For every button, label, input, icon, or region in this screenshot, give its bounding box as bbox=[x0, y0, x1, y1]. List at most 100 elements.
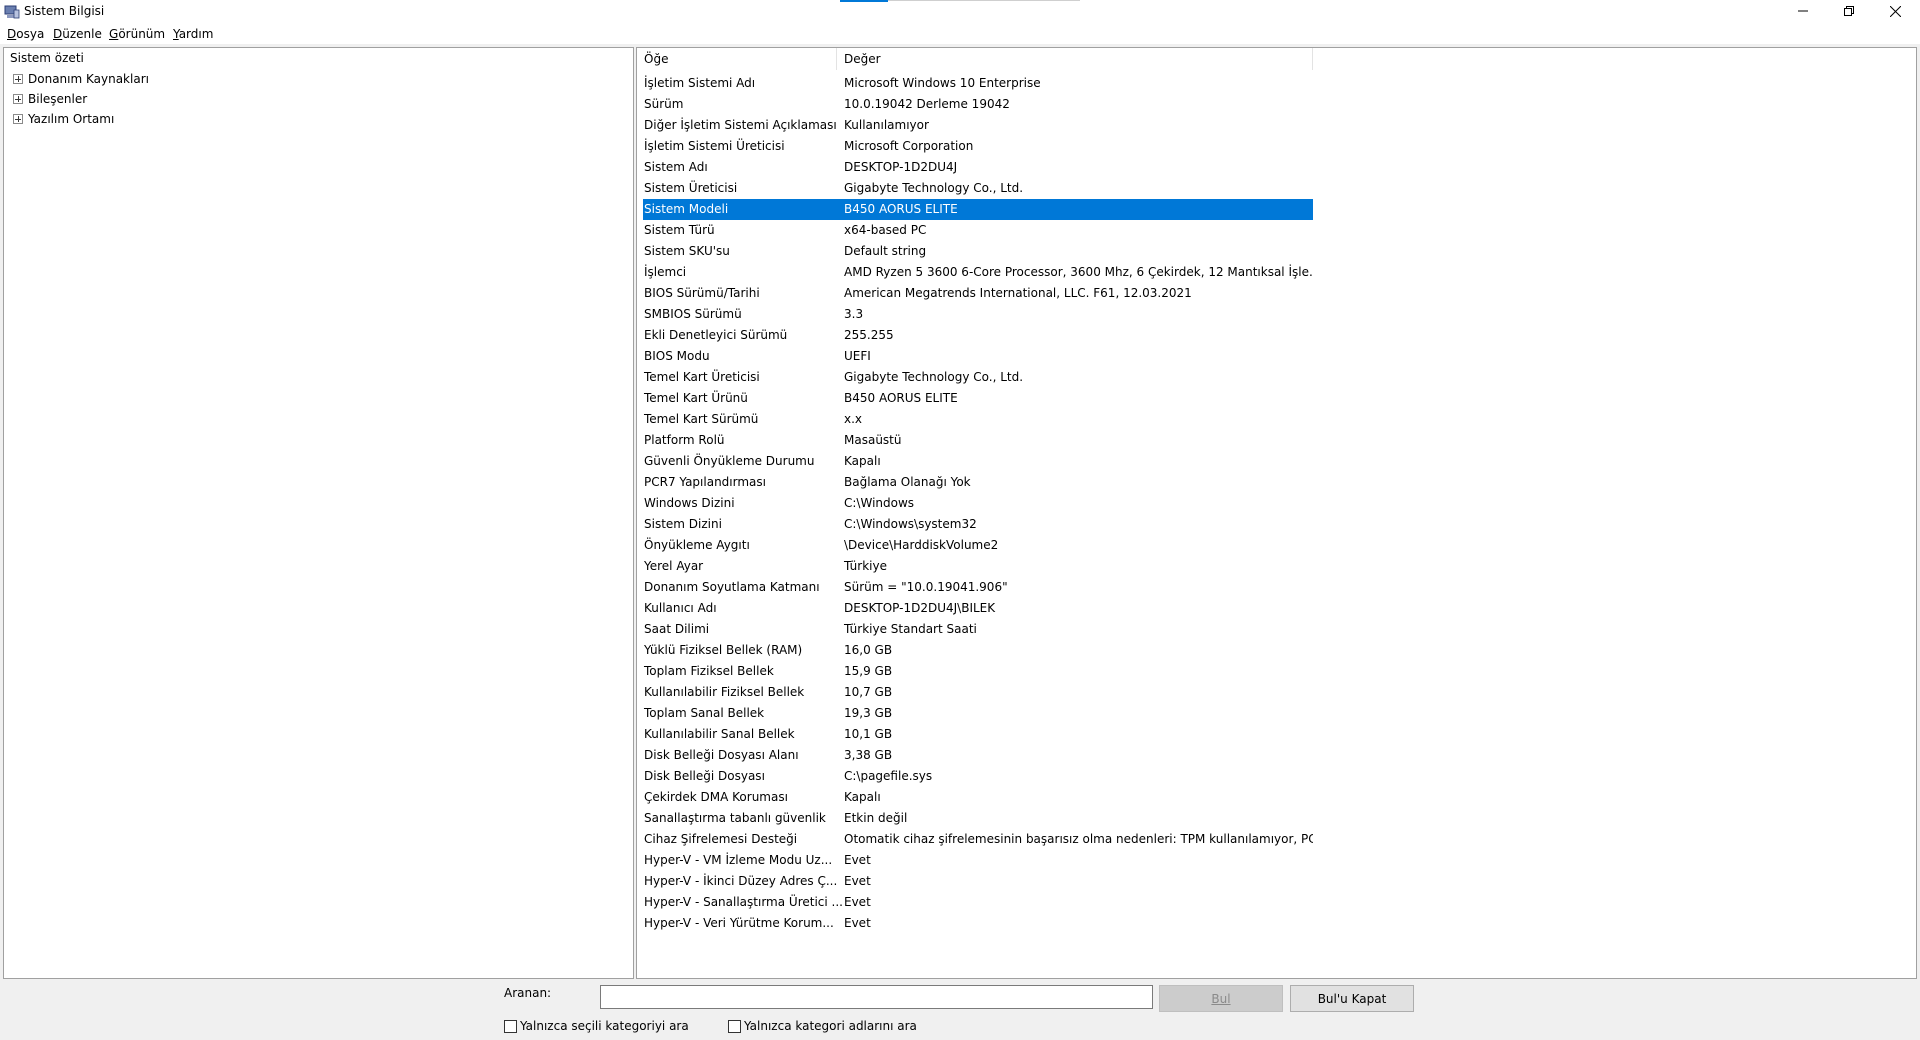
menu-help[interactable]: Yardım bbox=[173, 27, 213, 41]
table-row[interactable]: Hyper-V - Veri Yürütme Korum... Evet bbox=[643, 913, 1313, 934]
item-cell: Toplam Sanal Bellek bbox=[644, 706, 765, 720]
table-row[interactable]: Kullanıcı Adı DESKTOP-1D2DU4J\BILEK bbox=[643, 598, 1313, 619]
search-selected-category-checkbox[interactable]: Yalnızca seçili kategoriyi ara bbox=[504, 1019, 689, 1033]
value-cell: Bağlama Olanağı Yok bbox=[844, 475, 971, 489]
table-row[interactable]: Windows Dizini C:\Windows bbox=[643, 493, 1313, 514]
table-row[interactable]: Temel Kart Ürünü B450 AORUS ELITE bbox=[643, 388, 1313, 409]
tree-item-software-environment[interactable]: Yazılım Ortamı bbox=[13, 110, 114, 128]
table-row[interactable]: Disk Belleği Dosyası Alanı 3,38 GB bbox=[643, 745, 1313, 766]
close-find-button[interactable]: Bul'u Kapat bbox=[1290, 985, 1414, 1012]
table-row[interactable]: İşletim Sistemi Adı Microsoft Windows 10 … bbox=[643, 73, 1313, 94]
item-cell: Temel Kart Üreticisi bbox=[644, 370, 760, 384]
checkbox-box[interactable] bbox=[728, 1019, 741, 1033]
table-row[interactable]: Kullanılabilir Fiziksel Bellek 10,7 GB bbox=[643, 682, 1313, 703]
search-category-names-checkbox[interactable]: Yalnızca kategori adlarını ara bbox=[728, 1019, 917, 1033]
expand-icon[interactable] bbox=[13, 74, 23, 84]
value-cell: DESKTOP-1D2DU4J\BILEK bbox=[844, 601, 996, 615]
value-cell: AMD Ryzen 5 3600 6-Core Processor, 3600 … bbox=[844, 265, 1313, 279]
table-row[interactable]: BIOS Sürümü/Tarihi American Megatrends In… bbox=[643, 283, 1313, 304]
table-row[interactable]: Hyper-V - VM İzleme Modu Uz... Evet bbox=[643, 850, 1313, 871]
table-row[interactable]: BIOS Modu UEFI bbox=[643, 346, 1313, 367]
table-row[interactable]: Temel Kart Sürümü x.x bbox=[643, 409, 1313, 430]
item-cell: Sistem Üreticisi bbox=[644, 181, 738, 195]
menu-edit[interactable]: Düzenle bbox=[53, 27, 102, 41]
minimize-button[interactable] bbox=[1780, 0, 1826, 22]
value-cell: DESKTOP-1D2DU4J bbox=[844, 160, 958, 174]
table-row[interactable]: Hyper-V - Sanallaştırma Üretici ... Evet bbox=[643, 892, 1313, 913]
column-header-value[interactable]: Değer bbox=[837, 48, 1313, 70]
menu-file[interactable]: Dosya bbox=[7, 27, 44, 41]
item-cell: Sistem Modeli bbox=[644, 202, 729, 216]
table-row[interactable]: Sistem Üreticisi Gigabyte Technology Co.,… bbox=[643, 178, 1313, 199]
table-row[interactable]: Donanım Soyutlama Katmanı Sürüm = "10.0.1… bbox=[643, 577, 1313, 598]
value-cell: 19,3 GB bbox=[844, 706, 893, 720]
table-row[interactable]: Sanallaştırma tabanlı güvenlik Etkin deği… bbox=[643, 808, 1313, 829]
table-row[interactable]: Temel Kart Üreticisi Gigabyte Technology … bbox=[643, 367, 1313, 388]
title-accent-line bbox=[888, 0, 1080, 1]
table-row[interactable]: Sistem Dizini C:\Windows\system32 bbox=[643, 514, 1313, 535]
table-row[interactable]: Sistem Modeli B450 AORUS ELITE bbox=[643, 199, 1313, 220]
expand-icon[interactable] bbox=[13, 114, 23, 124]
value-cell: American Megatrends International, LLC. … bbox=[844, 286, 1192, 300]
value-cell: Default string bbox=[844, 244, 927, 258]
table-row[interactable]: Çekirdek DMA Koruması Kapalı bbox=[643, 787, 1313, 808]
table-row[interactable]: İşlemci AMD Ryzen 5 3600 6-Core Processor… bbox=[643, 262, 1313, 283]
column-header-item[interactable]: Öğe bbox=[637, 48, 837, 70]
table-row[interactable]: Önyükleme Aygıtı \Device\HarddiskVolume2 bbox=[643, 535, 1313, 556]
table-row[interactable]: Sistem SKU'su Default string bbox=[643, 241, 1313, 262]
value-cell: 255.255 bbox=[844, 328, 894, 342]
table-row[interactable]: Ekli Denetleyici Sürümü 255.255 bbox=[643, 325, 1313, 346]
item-cell: Donanım Soyutlama Katmanı bbox=[644, 580, 820, 594]
item-cell: Sanallaştırma tabanlı güvenlik bbox=[644, 811, 826, 825]
table-row[interactable]: Toplam Fiziksel Bellek 15,9 GB bbox=[643, 661, 1313, 682]
table-row[interactable]: PCR7 Yapılandırması Bağlama Olanağı Yok bbox=[643, 472, 1313, 493]
item-cell: Disk Belleği Dosyası bbox=[644, 769, 765, 783]
item-cell: Önyükleme Aygıtı bbox=[644, 538, 750, 552]
item-cell: Sistem Dizini bbox=[644, 517, 722, 531]
table-row[interactable]: Cihaz Şifrelemesi Desteği Otomatik cihaz … bbox=[643, 829, 1313, 850]
find-button[interactable]: Bul bbox=[1159, 985, 1283, 1012]
expand-icon[interactable] bbox=[13, 94, 23, 104]
table-row[interactable]: Platform Rolü Masaüstü bbox=[643, 430, 1313, 451]
value-cell: Evet bbox=[844, 916, 871, 930]
item-cell: Kullanılabilir Fiziksel Bellek bbox=[644, 685, 805, 699]
search-input[interactable] bbox=[600, 985, 1153, 1009]
menu-view[interactable]: Görünüm bbox=[109, 27, 165, 41]
category-tree[interactable]: Sistem özeti Donanım Kaynakları Bileşenl… bbox=[3, 47, 634, 979]
checkbox-box[interactable] bbox=[504, 1019, 517, 1033]
item-cell: Temel Kart Sürümü bbox=[644, 412, 759, 426]
table-row[interactable]: Sistem Türü x64-based PC bbox=[643, 220, 1313, 241]
table-row[interactable]: Yüklü Fiziksel Bellek (RAM) 16,0 GB bbox=[643, 640, 1313, 661]
table-row[interactable]: Güvenli Önyükleme Durumu Kapalı bbox=[643, 451, 1313, 472]
table-row[interactable]: Sistem Adı DESKTOP-1D2DU4J bbox=[643, 157, 1313, 178]
table-row[interactable]: Diğer İşletim Sistemi Açıklaması Kullanıl… bbox=[643, 115, 1313, 136]
item-cell: Yüklü Fiziksel Bellek (RAM) bbox=[644, 643, 803, 657]
item-cell: Temel Kart Ürünü bbox=[644, 391, 748, 405]
table-row[interactable]: Yerel Ayar Türkiye bbox=[643, 556, 1313, 577]
restore-button[interactable] bbox=[1826, 0, 1872, 22]
table-row[interactable]: Sürüm 10.0.19042 Derleme 19042 bbox=[643, 94, 1313, 115]
system-information-app-icon bbox=[4, 5, 20, 19]
value-cell: Türkiye bbox=[844, 559, 887, 573]
value-cell: 10,7 GB bbox=[844, 685, 893, 699]
item-cell: Diğer İşletim Sistemi Açıklaması bbox=[644, 118, 837, 132]
table-row[interactable]: Saat Dilimi Türkiye Standart Saati bbox=[643, 619, 1313, 640]
value-cell: x.x bbox=[844, 412, 863, 426]
table-row[interactable]: Disk Belleği Dosyası C:\pagefile.sys bbox=[643, 766, 1313, 787]
item-cell: İşletim Sistemi Adı bbox=[644, 76, 756, 90]
table-row[interactable]: Kullanılabilir Sanal Bellek 10,1 GB bbox=[643, 724, 1313, 745]
item-cell: PCR7 Yapılandırması bbox=[644, 475, 766, 489]
table-row[interactable]: Toplam Sanal Bellek 19,3 GB bbox=[643, 703, 1313, 724]
tree-item-hardware-resources[interactable]: Donanım Kaynakları bbox=[13, 70, 149, 88]
value-cell: Microsoft Windows 10 Enterprise bbox=[844, 76, 1041, 90]
item-cell: Kullanılabilir Sanal Bellek bbox=[644, 727, 795, 741]
close-button[interactable] bbox=[1872, 0, 1918, 22]
value-cell: Sürüm = "10.0.19041.906" bbox=[844, 580, 1008, 594]
tree-item-system-summary[interactable]: Sistem özeti bbox=[10, 51, 84, 65]
tree-item-components[interactable]: Bileşenler bbox=[13, 90, 87, 108]
details-list[interactable]: Öğe Değer İşletim Sistemi Adı Microsoft W… bbox=[636, 47, 1917, 979]
item-cell: Hyper-V - Veri Yürütme Korum... bbox=[644, 916, 834, 930]
table-row[interactable]: SMBIOS Sürümü 3.3 bbox=[643, 304, 1313, 325]
table-row[interactable]: İşletim Sistemi Üreticisi Microsoft Corpo… bbox=[643, 136, 1313, 157]
table-row[interactable]: Hyper-V - İkinci Düzey Adres Ç... Evet bbox=[643, 871, 1313, 892]
